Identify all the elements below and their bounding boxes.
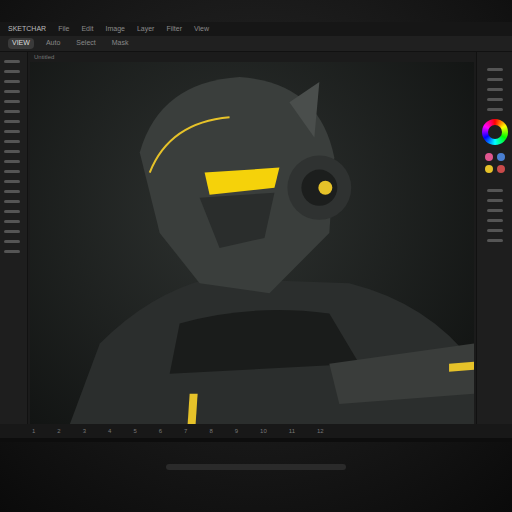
right-panel	[476, 52, 512, 424]
toolbar-button[interactable]: Select	[72, 38, 99, 49]
timeline-tick[interactable]: 9	[235, 427, 238, 436]
monitor-stand	[166, 464, 346, 470]
workspace: Untitled	[0, 52, 512, 424]
scene: SKETCHARFileEditImageLayerFilterViewVIEW…	[0, 0, 512, 512]
menu-item[interactable]: Image	[105, 24, 124, 35]
panel-row[interactable]	[487, 68, 503, 71]
panel-row[interactable]	[4, 90, 20, 93]
panel-row[interactable]	[487, 108, 503, 111]
panel-row[interactable]	[487, 78, 503, 81]
panel-row[interactable]	[4, 220, 20, 223]
panel-row[interactable]	[4, 140, 20, 143]
panel-row[interactable]	[4, 190, 20, 193]
panel-row[interactable]	[4, 120, 20, 123]
color-swatch[interactable]	[485, 153, 493, 161]
swatch-grid	[485, 153, 505, 173]
canvas-tab[interactable]: Untitled	[30, 52, 474, 62]
panel-row[interactable]	[487, 239, 503, 242]
panel-row[interactable]	[4, 100, 20, 103]
toolbar-button[interactable]: Auto	[42, 38, 64, 49]
property-list	[483, 181, 507, 242]
panel-row[interactable]	[487, 219, 503, 222]
menu-item[interactable]: Layer	[137, 24, 155, 35]
menu-bar: SKETCHAR File Edit Image Layer Filter View	[0, 22, 512, 36]
timeline-tick[interactable]: 10	[260, 427, 267, 436]
panel-row[interactable]	[4, 200, 20, 203]
canvas-image	[30, 62, 474, 424]
color-wheel[interactable]	[482, 119, 508, 145]
canvas-area: Untitled	[28, 52, 476, 424]
panel-row[interactable]	[487, 199, 503, 202]
menu-item[interactable]: File	[58, 24, 69, 35]
timeline-tick[interactable]: 2	[57, 427, 60, 436]
panel-row[interactable]	[487, 88, 503, 91]
color-swatch[interactable]	[497, 165, 505, 173]
panel-row[interactable]	[487, 229, 503, 232]
panel-row[interactable]	[4, 160, 20, 163]
menu-item[interactable]: Filter	[166, 24, 182, 35]
panel-row[interactable]	[4, 60, 20, 63]
armored-figure-icon	[30, 62, 474, 424]
panel-row[interactable]	[487, 189, 503, 192]
timeline-tick[interactable]: 3	[83, 427, 86, 436]
panel-row[interactable]	[487, 98, 503, 101]
menu-item[interactable]: Edit	[81, 24, 93, 35]
panel-row[interactable]	[4, 210, 20, 213]
panel-row[interactable]	[4, 230, 20, 233]
toolbar-button[interactable]: VIEW	[8, 38, 34, 49]
panel-row[interactable]	[487, 209, 503, 212]
monitor-screen: SKETCHARFileEditImageLayerFilterViewVIEW…	[0, 22, 512, 442]
panel-row[interactable]	[4, 180, 20, 183]
panel-row[interactable]	[4, 170, 20, 173]
timeline-tick[interactable]: 7	[184, 427, 187, 436]
color-swatch[interactable]	[485, 165, 493, 173]
panel-row[interactable]	[4, 110, 20, 113]
left-panel	[0, 52, 28, 424]
panel-row[interactable]	[4, 130, 20, 133]
color-swatch[interactable]	[497, 153, 505, 161]
timeline-tick[interactable]: 1	[32, 427, 35, 436]
panel-row[interactable]	[4, 80, 20, 83]
timeline-tick[interactable]: 6	[159, 427, 162, 436]
menu-item[interactable]: View	[194, 24, 209, 35]
timeline-tick[interactable]: 12	[317, 427, 324, 436]
tool-list	[0, 52, 27, 253]
timeline-tick[interactable]: 8	[209, 427, 212, 436]
timeline-tick[interactable]: 11	[289, 427, 295, 436]
toolbar: VIEW Auto Select Mask	[0, 36, 512, 52]
panel-row[interactable]	[4, 250, 20, 253]
timeline-tick[interactable]: 4	[108, 427, 111, 436]
timeline-bar: 123456789101112	[0, 424, 512, 438]
timeline-tick[interactable]: 5	[133, 427, 136, 436]
panel-row[interactable]	[4, 150, 20, 153]
app-title: SKETCHAR	[8, 24, 46, 35]
panel-row[interactable]	[4, 240, 20, 243]
layer-list	[483, 60, 507, 111]
toolbar-button[interactable]: Mask	[108, 38, 133, 49]
panel-row[interactable]	[4, 70, 20, 73]
